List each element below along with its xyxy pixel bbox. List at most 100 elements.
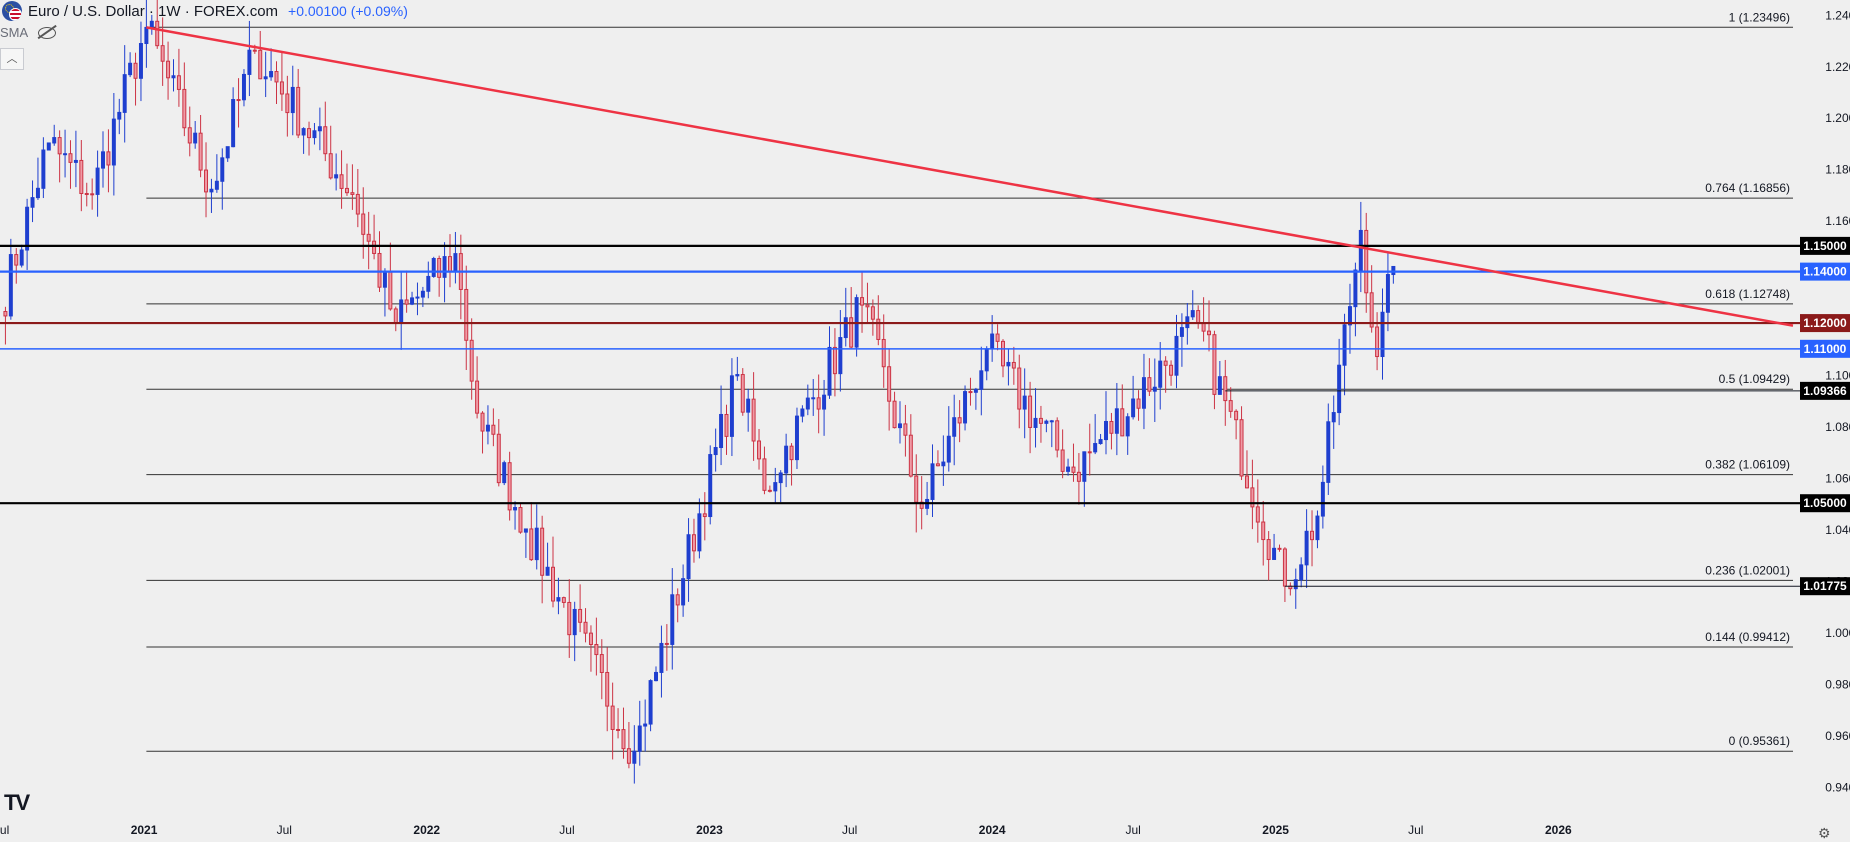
candle-body [1125,416,1130,437]
candle-body [160,45,165,62]
candle-body [1337,364,1342,414]
candle-body [767,489,772,492]
candle-body [1201,322,1206,332]
candle-body [1272,547,1277,560]
candle-body [832,346,837,375]
candle-body [95,167,100,195]
candle-body [285,93,290,114]
candle-body [84,193,89,196]
candle-body [171,75,176,79]
candle-body [1212,334,1217,395]
candle-body [1033,417,1038,428]
candle-body [193,132,198,144]
candle-body [138,43,143,79]
candle-body [1217,376,1222,395]
candle-body [664,642,669,645]
y-tick-label: 1.18000 [1825,163,1850,177]
candle-body [865,304,870,308]
candle-body [583,621,588,634]
gear-icon[interactable]: ⚙ [1818,825,1831,842]
x-tick-label: 2024 [979,823,1006,837]
candle-body [648,680,653,725]
level-price-label: 1.14000 [1803,265,1847,279]
candle-body [588,632,593,645]
candle-body [1011,361,1016,369]
candle-body [382,271,387,288]
candle-body [1261,521,1266,541]
candle-body [1190,310,1195,318]
candle-body [231,99,236,148]
candle-body [610,705,615,730]
level-price-label: 1.11000 [1804,342,1847,356]
candle-body [1071,466,1076,473]
candle-body [908,434,913,477]
candle-body [1179,327,1184,337]
candle-body [860,297,865,306]
candle-body [1391,265,1396,276]
candle-body [724,413,729,437]
candle-body [984,348,989,372]
candle-body [762,458,767,491]
candle-body [1028,395,1033,428]
candle-body [805,397,810,410]
candle-body [697,513,702,552]
candle-body [746,398,751,413]
candle-body [681,578,686,606]
candle-body [691,534,696,552]
candle-body [1022,395,1027,410]
candle-body [377,252,382,288]
candle-body [713,447,718,456]
candle-body [616,728,621,731]
candle-body [1093,443,1098,453]
candle-body [973,388,978,393]
candle-body [1082,451,1087,482]
candle-body [1120,408,1125,437]
candle-body [897,423,902,429]
candle-body [453,253,458,272]
candle-body [1152,386,1157,392]
candle-body [420,290,425,298]
candle-body [35,187,40,199]
candle-body [415,296,420,299]
y-tick-label: 0.94000 [1825,780,1850,794]
level-price-label: 1.12000 [1803,316,1847,330]
y-tick-label: 0.96000 [1825,729,1850,743]
price-chart[interactable]: 1.24000 1.22000 1.20000 1.18000 1.16000 1.140… [0,0,1850,841]
candle-body [702,513,707,518]
candle-body [41,149,46,189]
candle-body [1044,420,1049,424]
candle-body [361,213,366,235]
candle-body [1282,548,1287,587]
candle-body [301,128,306,136]
y-tick-label: 1.00000 [1825,626,1850,640]
candle-body [1158,360,1163,388]
candle-body [556,597,561,602]
candle-body [1342,324,1347,366]
fib-level-label: 0.618 (1.12748) [1705,287,1790,301]
candle-body [968,391,973,394]
candle-body [578,608,583,623]
fib-level-label: 0.764 (1.16856) [1705,181,1790,195]
candle-body [675,594,680,606]
fib-level-label: 0.144 (0.99412) [1705,630,1790,644]
candle-body [567,601,572,636]
candle-body [334,174,339,179]
price-marker-label: 1.01775 [1803,579,1847,593]
candle-body [1369,292,1374,328]
candle-body [241,73,246,101]
candle-body [1076,471,1081,482]
fib-level-label: 0.5 (1.09429) [1719,372,1790,386]
candle-body [1196,310,1201,324]
candle-body [1293,579,1298,590]
candle-body [513,507,518,511]
candle-body [155,20,160,47]
candle-body [399,299,404,324]
candle-body [344,187,349,194]
candle-body [355,193,360,215]
candle-body [1147,377,1152,392]
candle-body [800,408,805,417]
candle-body [1255,506,1260,523]
tradingview-logo: TV [4,790,30,815]
candle-body [1320,481,1325,517]
candle-body [117,111,122,120]
